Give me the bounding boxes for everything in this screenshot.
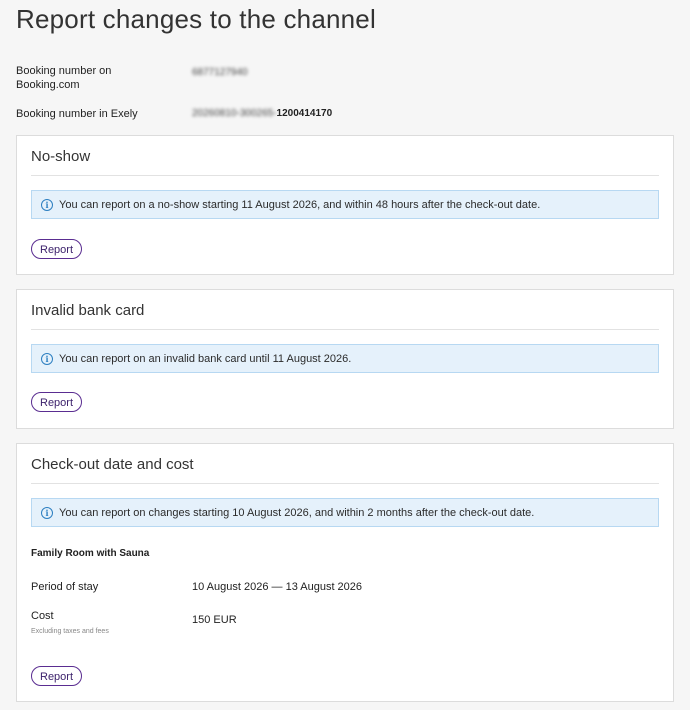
divider [31,483,659,484]
period-of-stay-value: 10 August 2026 — 13 August 2026 [192,581,363,593]
exely-number-value: 20260810-300265-1200414170 [192,107,332,121]
no-show-info-banner: i You can report on a no-show starting 1… [31,190,659,219]
room-name: Family Room with Sauna [31,548,150,559]
checkout-info-banner: i You can report on changes starting 10 … [31,498,659,527]
no-show-info-text: You can report on a no-show starting 11 … [59,198,541,211]
info-circle-icon: i [41,198,53,211]
booking-com-number-row: Booking number on Booking.com 6877127940 [16,64,248,92]
cost-sublabel: Excluding taxes and fees [31,628,109,635]
page-title: Report changes to the channel [16,4,376,34]
no-show-card: No-show i You can report on a no-show st… [16,135,674,275]
checkout-card: Check-out date and cost i You can report… [16,443,674,702]
cost-label: Cost [31,610,54,622]
invalid-card-card: Invalid bank card i You can report on an… [16,289,674,429]
period-of-stay-label: Period of stay [31,581,99,593]
no-show-report-button[interactable]: Report [31,239,83,259]
invalid-card-info-text: You can report on an invalid bank card u… [59,352,352,365]
exely-number-row: Booking number in Exely 20260810-300265-… [16,107,332,121]
checkout-report-button[interactable]: Report [31,666,83,686]
info-circle-icon: i [41,352,53,365]
checkout-title: Check-out date and cost [31,456,194,473]
invalid-card-info-banner: i You can report on an invalid bank card… [31,344,659,373]
divider [31,175,659,176]
checkout-info-text: You can report on changes starting 10 Au… [59,506,535,519]
booking-com-number-label: Booking number on Booking.com [16,65,112,91]
info-circle-icon: i [41,506,53,519]
divider [31,329,659,330]
exely-number-label: Booking number in Exely [16,108,138,120]
booking-com-number-value: 6877127940 [192,67,248,78]
no-show-title: No-show [31,148,91,165]
invalid-card-title: Invalid bank card [31,302,145,319]
invalid-card-report-button[interactable]: Report [31,392,83,412]
exely-number-suffix: 1200414170 [276,108,333,119]
report-changes-page: Report changes to the channel Booking nu… [0,0,690,710]
exely-number-prefix: 20260810-300265- [192,108,277,119]
cost-value: 150 EUR [192,614,237,626]
